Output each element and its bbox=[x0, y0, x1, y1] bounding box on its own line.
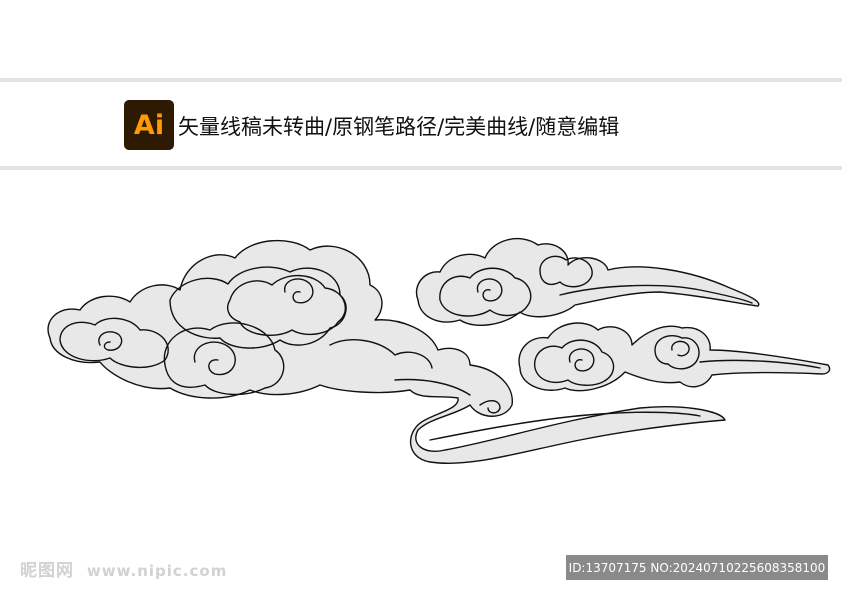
cloud-illustration bbox=[47, 237, 831, 465]
watermark-site: 昵图网 www.nipic.com bbox=[20, 556, 227, 581]
image-id-badge: ID:13707175 NO:20240710225608358100 bbox=[566, 555, 828, 580]
image-id-text: ID:13707175 NO:20240710225608358100 bbox=[568, 560, 826, 575]
watermark-site-name: 昵图网 bbox=[20, 561, 74, 581]
watermark-site-url: www.nipic.com bbox=[86, 562, 228, 580]
